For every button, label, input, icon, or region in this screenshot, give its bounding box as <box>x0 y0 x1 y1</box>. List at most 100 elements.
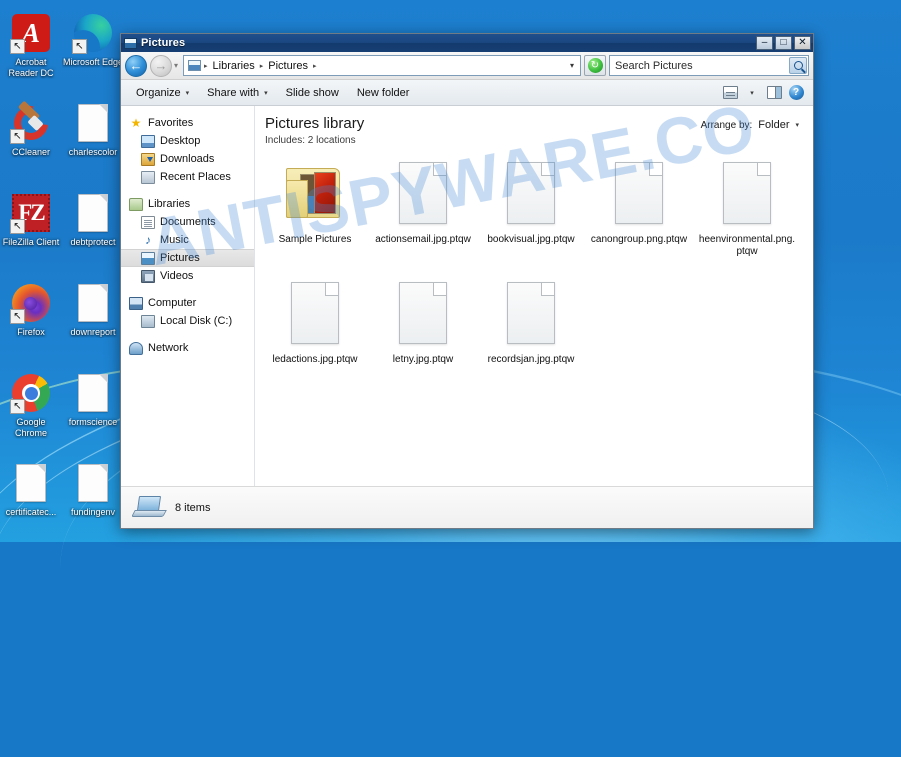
file-icon <box>72 372 114 414</box>
music-icon: ♪ <box>145 232 151 247</box>
chevron-down-icon[interactable]: ▾ <box>186 89 190 97</box>
desktop-icon[interactable]: formscience <box>62 368 124 458</box>
search-button[interactable] <box>789 57 807 74</box>
desktop-icon[interactable]: Google Chrome <box>0 368 62 458</box>
shortcut-overlay-icon <box>10 129 25 144</box>
back-button[interactable]: ← <box>125 54 147 77</box>
sidebar-group: Computer Local Disk (C:) <box>121 294 254 330</box>
change-view-icon[interactable] <box>719 83 741 103</box>
desktop-icon[interactable]: fundingenv <box>62 458 124 548</box>
arrange-by-value[interactable]: Folder <box>758 119 789 131</box>
acrobat-icon: A <box>10 12 52 54</box>
search-input[interactable]: Search Pictures <box>615 60 789 72</box>
desktop-icon[interactable]: FZ FileZilla Client <box>0 188 62 278</box>
file-icon <box>507 282 555 344</box>
arrange-by-label: Arrange by: <box>700 119 753 131</box>
file-item[interactable]: bookvisual.jpg.ptqw <box>477 158 585 278</box>
breadcrumb-pictures[interactable]: Pictures <box>266 59 310 73</box>
sidebar-item-videos[interactable]: Videos <box>121 267 254 285</box>
sidebar-item-favorites[interactable]: ★ Favorites <box>121 114 254 132</box>
sidebar-item-desktop[interactable]: Desktop <box>121 132 254 150</box>
desktop-icon[interactable]: debtprotect <box>62 188 124 278</box>
help-icon[interactable]: ? <box>785 83 807 103</box>
view-dropdown-icon[interactable]: ▾ <box>741 83 763 103</box>
desktop-icon-label: debtprotect <box>70 237 116 247</box>
pictures-icon <box>141 251 155 265</box>
sidebar-item-recent-places[interactable]: Recent Places <box>121 168 254 186</box>
filezilla-icon: FZ <box>10 192 52 234</box>
computer-icon <box>129 296 143 310</box>
desktop-icon[interactable]: charlescolor <box>62 98 124 188</box>
minimize-button[interactable]: – <box>756 36 773 50</box>
item-icon-slot <box>608 162 670 232</box>
forward-button[interactable]: → <box>150 54 172 77</box>
breadcrumb-separator[interactable]: ▸ <box>203 62 209 70</box>
file-icon <box>72 462 114 504</box>
sidebar-item-network[interactable]: Network <box>121 339 254 357</box>
sidebar-item-libraries[interactable]: Libraries <box>121 195 254 213</box>
preview-pane-icon[interactable] <box>763 83 785 103</box>
refresh-icon: ↻ <box>587 58 603 73</box>
recent-places-icon <box>141 170 155 184</box>
breadcrumb-separator[interactable]: ▸ <box>259 62 265 70</box>
item-label: letny.jpg.ptqw <box>392 354 454 365</box>
desktop-icon[interactable]: Firefox <box>0 278 62 368</box>
file-item[interactable]: recordsjan.jpg.ptqw <box>477 278 585 398</box>
search-box[interactable]: Search Pictures <box>609 55 809 76</box>
toolbar-item-label: Organize <box>136 86 181 99</box>
shortcut-overlay-icon <box>10 309 25 324</box>
breadcrumb-separator[interactable]: ▸ <box>312 62 318 70</box>
refresh-button[interactable]: ↻ <box>584 55 606 76</box>
arrange-by-control[interactable]: Arrange by: Folder ▾ <box>701 115 799 131</box>
documents-icon <box>141 215 155 229</box>
network-icon <box>129 341 143 355</box>
item-label: bookvisual.jpg.ptqw <box>487 234 575 245</box>
sidebar-item-local-disk-c[interactable]: Local Disk (C:) <box>121 312 254 330</box>
sidebar-item-computer[interactable]: Computer <box>121 294 254 312</box>
file-list[interactable]: Sample Pictures actionsemail.jpg.ptqw book… <box>255 152 813 486</box>
toolbar-item-share-with[interactable]: Share with ▾ <box>198 84 277 102</box>
desktop-icon[interactable]: A Acrobat Reader DC <box>0 8 62 98</box>
item-icon-slot <box>500 162 562 232</box>
maximize-button[interactable]: □ <box>775 36 792 50</box>
sidebar-item-music[interactable]: ♪ Music <box>121 231 254 249</box>
address-dropdown-icon[interactable]: ▾ <box>566 61 578 70</box>
desktop-icon-label: Firefox <box>17 327 45 337</box>
sidebar-item-label: Music <box>160 234 189 246</box>
sidebar-item-label: Local Disk (C:) <box>160 315 233 327</box>
desktop-icon[interactable]: downreport <box>62 278 124 368</box>
file-item[interactable]: ledactions.jpg.ptqw <box>261 278 369 398</box>
file-icon <box>72 282 114 324</box>
item-label: recordsjan.jpg.ptqw <box>487 354 575 365</box>
file-item[interactable]: actionsemail.jpg.ptqw <box>369 158 477 278</box>
desktop-icon[interactable]: Microsoft Edge <box>62 8 124 98</box>
sidebar-item-pictures[interactable]: Pictures <box>121 249 254 267</box>
desktop-icon[interactable]: CCleaner <box>0 98 62 188</box>
sidebar-group: ★ Favorites Desktop Downloads Recent Places <box>121 114 254 186</box>
sidebar-item-documents[interactable]: Documents <box>121 213 254 231</box>
library-subtitle: Includes: 2 locations <box>265 135 356 146</box>
history-dropdown-icon[interactable]: ▾ <box>174 61 178 70</box>
close-button[interactable]: ✕ <box>794 36 811 50</box>
sidebar-item-label: Desktop <box>160 135 201 147</box>
content-pane: Pictures library Includes: 2 locations A… <box>255 106 813 486</box>
file-item[interactable]: heenvironmental.png.ptqw <box>693 158 801 278</box>
file-item[interactable]: canongroup.png.ptqw <box>585 158 693 278</box>
desktop-icon-label: certificatec... <box>5 507 57 517</box>
chevron-down-icon[interactable]: ▾ <box>264 89 268 97</box>
toolbar-item-new-folder[interactable]: New folder <box>348 84 419 102</box>
toolbar-item-slide-show[interactable]: Slide show <box>277 84 348 102</box>
desktop-icon-label: formscience <box>68 417 118 427</box>
breadcrumb-libraries[interactable]: Libraries <box>211 59 257 73</box>
toolbar-item-organize[interactable]: Organize ▾ <box>127 84 198 102</box>
file-item[interactable]: letny.jpg.ptqw <box>369 278 477 398</box>
chevron-down-icon[interactable]: ▾ <box>795 121 799 129</box>
search-icon <box>793 61 803 70</box>
sidebar-item-downloads[interactable]: Downloads <box>121 150 254 168</box>
window-titlebar[interactable]: Pictures – □ ✕ <box>121 34 813 52</box>
item-label: heenvironmental.png.ptqw <box>698 234 796 257</box>
desktop-icon[interactable]: certificatec... <box>0 458 62 548</box>
address-bar[interactable]: ▸ Libraries ▸ Pictures ▸ ▾ <box>183 55 581 76</box>
item-label: actionsemail.jpg.ptqw <box>375 234 471 245</box>
folder-item[interactable]: Sample Pictures <box>261 158 369 278</box>
